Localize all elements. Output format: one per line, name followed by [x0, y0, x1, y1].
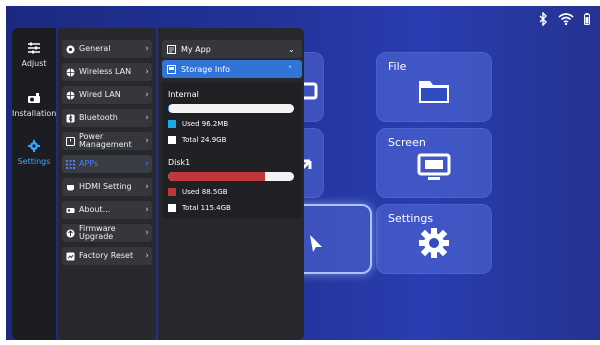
- storage-info-label: Storage Info: [181, 64, 230, 74]
- chevron-right-icon: ›: [145, 136, 149, 146]
- disk1-total-legend: Total 115.4GB: [168, 204, 231, 212]
- my-app-item[interactable]: My App ⌄: [162, 40, 302, 58]
- rail-label-settings: Settings: [17, 157, 51, 166]
- chevron-right-icon: ›: [145, 159, 149, 169]
- disk1-usage-fill: [168, 172, 266, 181]
- tile-settings[interactable]: Settings: [376, 204, 492, 274]
- power-icon: [66, 136, 75, 146]
- chevron-down-icon: ⌄: [288, 44, 295, 54]
- used-swatch: [168, 120, 176, 128]
- rail-item-adjust[interactable]: Adjust: [12, 42, 56, 68]
- menu-label-wired-lan: Wired LAN: [79, 90, 121, 99]
- rail-label-adjust: Adjust: [21, 59, 47, 68]
- total-swatch: [168, 136, 176, 144]
- cursor-icon: [307, 233, 325, 257]
- tile-screen-label: Screen: [388, 136, 426, 149]
- sliders-icon: [12, 42, 56, 56]
- rail-label-installation: Installation: [12, 109, 57, 118]
- menu-label-apps: APPs: [79, 159, 99, 168]
- disk1-title: Disk1: [168, 158, 191, 167]
- hdmi-icon: [66, 183, 75, 192]
- my-app-icon: [167, 44, 176, 54]
- bluetooth-icon: [66, 114, 75, 123]
- menu-item-general[interactable]: General ›: [62, 40, 152, 58]
- battery-icon: [584, 13, 590, 25]
- menu-label-firmware-upgrade: Firmware Upgrade: [79, 224, 116, 241]
- chevron-right-icon: ›: [145, 205, 149, 215]
- menu-item-firmware-upgrade[interactable]: Firmware Upgrade ›: [62, 224, 152, 242]
- menu-label-factory-reset: Factory Reset: [79, 251, 134, 260]
- reset-icon: [66, 252, 75, 261]
- apps-grid-icon: [66, 159, 75, 169]
- disk1-used-legend: Used 88.5GB: [168, 188, 228, 196]
- screen-icon: [417, 153, 451, 185]
- internal-usage-bar: [168, 104, 294, 113]
- menu-item-power-management[interactable]: Power Management ›: [62, 132, 152, 150]
- chevron-right-icon: ›: [145, 228, 149, 238]
- menu-item-wired-lan[interactable]: Wired LAN ›: [62, 86, 152, 104]
- internal-used-text: Used 96.2MB: [182, 120, 229, 128]
- menu-label-bluetooth: Bluetooth: [79, 113, 118, 122]
- storage-info-details: Internal Used 96.2MB Total 24.9GB Disk1 …: [162, 82, 302, 218]
- total-swatch: [168, 204, 176, 212]
- chevron-up-icon: ˄: [288, 64, 292, 74]
- gear-icon: [12, 140, 56, 154]
- about-icon: [66, 206, 75, 215]
- rail-item-installation[interactable]: Installation: [12, 92, 56, 118]
- menu-label-about: About...: [79, 205, 111, 214]
- storage-info-item[interactable]: Storage Info ˄: [162, 60, 302, 78]
- gear-icon: [418, 227, 450, 263]
- menu-item-about[interactable]: About... ›: [62, 201, 152, 219]
- menu-item-apps[interactable]: APPs ›: [62, 155, 152, 173]
- storage-icon: [167, 64, 176, 74]
- tile-screen[interactable]: Screen: [376, 128, 492, 198]
- menu-label-wireless-lan: Wireless LAN: [79, 67, 132, 76]
- chevron-right-icon: ›: [145, 44, 149, 54]
- internal-total-text: Total 24.9GB: [182, 136, 227, 144]
- internal-total-legend: Total 24.9GB: [168, 136, 226, 144]
- my-app-label: My App: [181, 44, 211, 54]
- chevron-right-icon: ›: [145, 113, 149, 123]
- globe-icon: [66, 68, 75, 77]
- folder-icon: [417, 77, 451, 109]
- rail-item-settings[interactable]: Settings: [12, 140, 56, 166]
- tile-file[interactable]: File: [376, 52, 492, 122]
- disk1-used-text: Used 88.5GB: [182, 188, 228, 196]
- category-rail: Adjust Installation Settings: [12, 28, 56, 340]
- internal-usage-fill: [168, 104, 169, 113]
- bluetooth-icon: [538, 12, 548, 26]
- chevron-right-icon: ›: [145, 67, 149, 77]
- projector-home-screen: File Screen Settings Adjust Installation…: [6, 6, 600, 340]
- status-bar: [538, 12, 590, 26]
- settings-menu: General › Wireless LAN › Wired LAN › Blu…: [58, 28, 156, 340]
- internal-used-legend: Used 96.2MB: [168, 120, 228, 128]
- upgrade-icon: [66, 229, 75, 238]
- tile-file-label: File: [388, 60, 407, 73]
- used-swatch: [168, 188, 176, 196]
- menu-item-hdmi-setting[interactable]: HDMI Setting ›: [62, 178, 152, 196]
- disk1-total-text: Total 115.4GB: [182, 204, 231, 212]
- menu-item-wireless-lan[interactable]: Wireless LAN ›: [62, 63, 152, 81]
- chevron-right-icon: ›: [145, 251, 149, 261]
- disk1-usage-bar: [168, 172, 294, 181]
- menu-item-bluetooth[interactable]: Bluetooth ›: [62, 109, 152, 127]
- chevron-right-icon: ›: [145, 182, 149, 192]
- general-icon: [66, 45, 75, 54]
- menu-item-factory-reset[interactable]: Factory Reset ›: [62, 247, 152, 265]
- tile-settings-label: Settings: [388, 212, 434, 225]
- menu-label-general: General: [79, 44, 111, 53]
- internal-title: Internal: [168, 90, 199, 99]
- projector-icon: [12, 92, 56, 106]
- apps-panel: My App ⌄ Storage Info ˄ Internal Used 96…: [158, 28, 304, 340]
- menu-label-power-management: Power Management: [79, 132, 132, 149]
- globe-icon: [66, 91, 75, 100]
- chevron-right-icon: ›: [145, 90, 149, 100]
- wifi-icon: [558, 13, 574, 25]
- menu-label-hdmi-setting: HDMI Setting: [79, 182, 132, 191]
